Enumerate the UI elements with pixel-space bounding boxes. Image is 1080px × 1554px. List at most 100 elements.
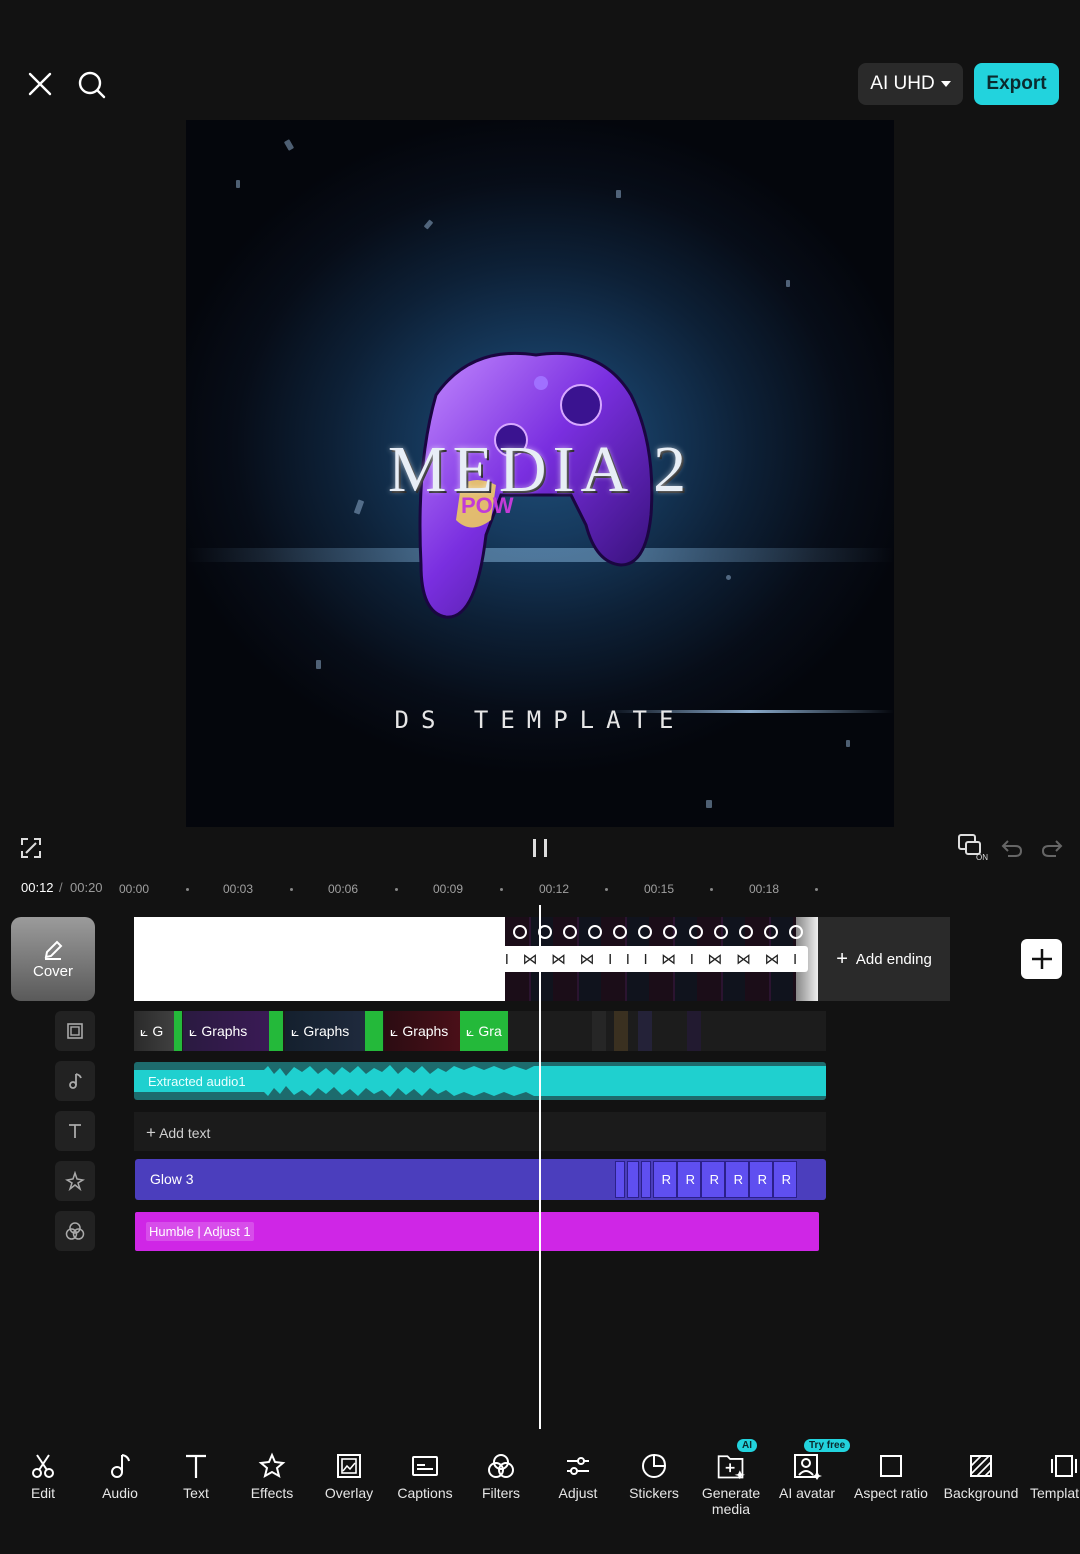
cover-label: Cover [32,962,73,980]
tool-label: Audio [102,1485,138,1501]
preview-toggle-icon[interactable]: ON [955,832,989,862]
effect-segment[interactable]: R [749,1161,773,1198]
ruler-tick: 00:00 [119,882,150,896]
debris-particle [423,219,434,230]
graph-icon: ⟀ [291,1022,300,1039]
effect-segment[interactable]: R [677,1161,701,1198]
overlay-clip[interactable] [638,1011,652,1051]
overlay-clip-handle[interactable] [174,1011,182,1051]
tool-background[interactable]: Background [936,1450,1026,1501]
tool-label: Filters [481,1485,521,1501]
caret-down-icon [940,81,951,87]
video-preview[interactable]: POW MEDIA 2 DS TEMPLATE [186,120,894,827]
audio-clip-label: Extracted audio1 [148,1074,246,1089]
undo-icon[interactable] [998,835,1026,861]
debris-particle [236,180,240,188]
effect-segment[interactable]: R [653,1161,677,1198]
ruler-dot [186,888,189,891]
tool-label: Effects [250,1485,294,1501]
graph-icon: ⟀ [390,1022,399,1039]
effect-clip-label: Glow 3 [150,1171,194,1187]
ai-badge: AI [737,1439,757,1452]
background-icon [966,1450,996,1482]
effect-segment[interactable] [641,1161,651,1198]
debris-particle [726,575,731,580]
effect-segment[interactable] [627,1161,639,1198]
ruler-dot [290,888,293,891]
filters-circles-icon [486,1450,516,1482]
search-icon[interactable] [75,68,109,102]
tool-label: Aspect ratio [854,1485,928,1501]
add-text-button[interactable]: + Add text [146,1123,210,1143]
overlay-clip[interactable] [592,1011,606,1051]
tool-aspect-ratio[interactable]: Aspect ratio [846,1450,936,1501]
aspect-ratio-icon [876,1450,906,1482]
ruler-tick: 00:15 [644,882,675,896]
fullscreen-icon[interactable] [18,835,44,861]
main-video-clip[interactable] [134,917,505,1001]
add-ending-button[interactable]: + Add ending [818,917,950,1001]
tool-label: Templat [1030,1485,1080,1501]
tool-label: Generate media [701,1485,761,1517]
cover-button[interactable]: Cover [11,917,95,1001]
audio-track-icon[interactable] [55,1061,95,1101]
overlay-track-icon[interactable] [55,1011,95,1051]
tool-label: Stickers [629,1485,679,1501]
plus-icon: + [146,1123,156,1142]
template-icon [1050,1450,1080,1482]
graph-icon: ⟀ [140,1022,149,1039]
overlay-clip[interactable]: ⟀ Graphs [183,1011,269,1051]
overlay-clip[interactable]: ⟀ Graphs [384,1011,460,1051]
text-track-icon[interactable] [55,1111,95,1151]
time-separator: / [59,880,63,895]
pause-button[interactable] [531,839,549,857]
effects-track-icon[interactable] [55,1161,95,1201]
add-clip-button[interactable] [1021,939,1062,979]
quality-dropdown[interactable]: AI UHD [858,63,963,105]
tool-template[interactable]: Templat [1020,1450,1080,1501]
star-sparkle-icon [257,1450,287,1482]
overlay-clip[interactable] [614,1011,628,1051]
ruler-tick: 00:09 [433,882,464,896]
close-icon[interactable] [24,68,56,100]
overlay-clip[interactable]: ⟀ Gra [460,1011,508,1051]
keyframe-markers [513,925,803,943]
try-free-badge: Try free [804,1439,851,1452]
transition-markers[interactable]: I ⋈ ⋈ ⋈ I I I ⋈ I ⋈ ⋈ ⋈ I [494,946,808,972]
tool-ai-avatar[interactable]: AI avatar [762,1450,852,1501]
add-ending-label: Add ending [855,950,932,968]
overlay-clip[interactable]: ⟀ G [134,1011,174,1051]
effect-segment[interactable]: R [725,1161,749,1198]
effect-segment[interactable]: R [773,1161,797,1198]
ruler-dot [710,888,713,891]
text-t-icon [181,1450,211,1482]
plus-icon: + [836,947,848,970]
graph-icon: ⟀ [189,1022,198,1039]
scissors-icon [28,1450,58,1482]
adjust-clip-label: Humble | Adjust 1 [146,1222,254,1241]
overlay-clip[interactable]: ⟀ Graphs [285,1011,365,1051]
preview-title-text: MEDIA 2 [387,433,693,506]
ruler-dot [605,888,608,891]
tool-label: Overlay [324,1485,374,1501]
overlay-image-icon [334,1450,364,1482]
effect-segment[interactable]: R [701,1161,725,1198]
filters-track-icon[interactable] [55,1211,95,1251]
effect-segment[interactable] [615,1161,625,1198]
tool-label: AI avatar [778,1485,836,1501]
tool-label: Text [183,1485,209,1501]
overlay-clip[interactable] [687,1011,701,1051]
overlay-clip-handle[interactable] [365,1011,383,1051]
svg-text:ON: ON [976,853,988,862]
playhead[interactable] [539,905,541,1429]
overlay-clip-handle[interactable] [269,1011,283,1051]
export-button[interactable]: Export [974,63,1059,105]
debris-particle [283,139,295,151]
text-track[interactable] [134,1112,826,1151]
ruler-dot [500,888,503,891]
current-time: 00:12 [21,880,54,895]
debris-particle [786,280,790,287]
tool-label: Background [943,1485,1019,1501]
ai-avatar-icon [792,1450,822,1482]
redo-icon[interactable] [1038,835,1066,861]
